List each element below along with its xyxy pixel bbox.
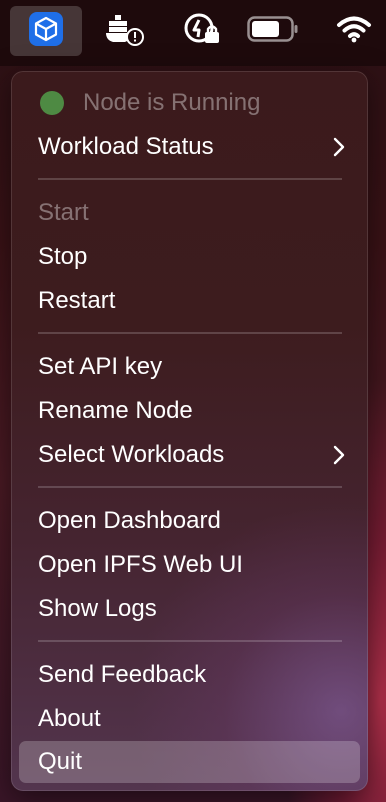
open-ipfs-web-ui-item[interactable]: Open IPFS Web UI (19, 545, 360, 585)
battery-icon (247, 15, 299, 48)
quit-label: Quit (38, 748, 83, 775)
about-item[interactable]: About (19, 699, 360, 739)
app-menubar-button[interactable] (10, 6, 82, 56)
docker-menubar-button[interactable] (100, 6, 150, 56)
open-dashboard-label: Open Dashboard (38, 507, 221, 534)
rename-node-item[interactable]: Rename Node (19, 391, 360, 431)
show-logs-item[interactable]: Show Logs (19, 589, 360, 629)
node-status-label: Node is Running (83, 89, 261, 116)
restart-item[interactable]: Restart (19, 281, 360, 321)
open-ipfs-web-ui-label: Open IPFS Web UI (38, 551, 243, 578)
chevron-right-icon (333, 445, 345, 465)
select-workloads-label: Select Workloads (38, 441, 225, 468)
workload-status-item[interactable]: Workload Status (19, 127, 360, 167)
rename-node-label: Rename Node (38, 397, 193, 424)
start-label: Start (38, 199, 89, 226)
about-label: About (38, 705, 101, 732)
stop-label: Stop (38, 243, 88, 270)
show-logs-label: Show Logs (38, 595, 157, 622)
app-dropdown-menu: Node is Running Workload Status Start St… (11, 71, 368, 791)
menu-bar (0, 0, 386, 66)
menu-separator (38, 640, 342, 642)
stop-item[interactable]: Stop (19, 237, 360, 277)
menu-separator (38, 332, 342, 334)
open-dashboard-item[interactable]: Open Dashboard (19, 501, 360, 541)
workload-status-label: Workload Status (38, 133, 214, 160)
send-feedback-item[interactable]: Send Feedback (19, 655, 360, 695)
security-lock-icon (183, 12, 223, 51)
wifi-icon (336, 14, 372, 49)
set-api-key-item[interactable]: Set API key (19, 347, 360, 387)
node-status-item: Node is Running (19, 83, 360, 123)
send-feedback-label: Send Feedback (38, 661, 207, 688)
quit-item[interactable]: Quit (19, 741, 360, 783)
select-workloads-item[interactable]: Select Workloads (19, 435, 360, 475)
docker-warning-icon (103, 12, 147, 51)
menu-separator (38, 486, 342, 488)
menu-separator (38, 178, 342, 180)
chevron-right-icon (333, 137, 345, 157)
security-menubar-button[interactable] (178, 6, 228, 56)
battery-menubar-button[interactable] (245, 6, 301, 56)
restart-label: Restart (38, 287, 116, 314)
status-dot-icon (40, 91, 64, 115)
wifi-menubar-button[interactable] (330, 6, 378, 56)
app-cube-icon (29, 11, 63, 51)
set-api-key-label: Set API key (38, 353, 163, 380)
start-item: Start (19, 193, 360, 233)
